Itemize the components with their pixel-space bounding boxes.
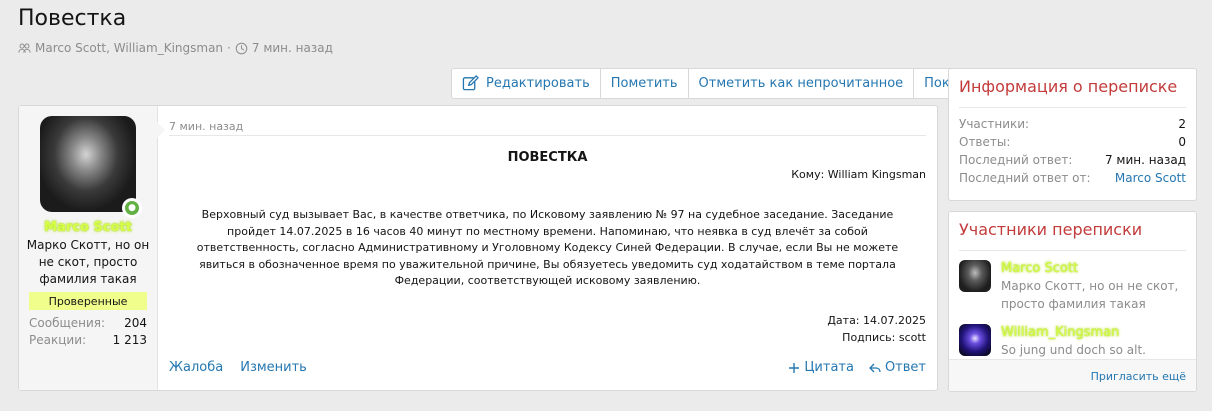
participants-line[interactable]: Marco Scott, William_Kingsman xyxy=(35,41,223,55)
participant-desc: Марко Скотт, но он не скот, просто фамил… xyxy=(1001,279,1179,311)
mark-unread-button[interactable]: Отметить как непрочитанное xyxy=(687,69,914,98)
conversation-info-panel: Информация о переписке Участники: 2 Отве… xyxy=(948,68,1197,201)
stat-label: Реакции: xyxy=(29,333,87,347)
reply-button[interactable]: Ответ xyxy=(869,360,926,375)
avatar[interactable]: ● xyxy=(40,116,142,218)
conversation-meta: Marco Scott, William_Kingsman · 7 мин. н… xyxy=(18,41,333,55)
stat-value[interactable]: 204 xyxy=(124,315,147,332)
users-icon xyxy=(18,43,31,53)
info-value: 0 xyxy=(1178,135,1186,149)
reply-label: Ответ xyxy=(884,360,926,375)
stat-label: Сообщения: xyxy=(29,316,106,330)
info-row-participants: Участники: 2 xyxy=(959,115,1186,133)
clock-icon xyxy=(235,42,248,54)
info-value: 7 мин. назад xyxy=(1104,153,1186,167)
participant-name[interactable]: William_Kingsman xyxy=(1001,324,1146,341)
edit-button-label: Редактировать xyxy=(486,76,590,91)
participant-item: Marco Scott Марко Скотт, но он не скот, … xyxy=(949,260,1196,313)
info-row-replies: Ответы: 0 xyxy=(959,133,1186,151)
message-card: ● Marco Scott Марко Скотт, но он не скот… xyxy=(18,105,938,391)
avatar[interactable] xyxy=(959,260,991,292)
message-body: Верховный суд вызывает Вас, в качестве о… xyxy=(196,208,899,288)
online-indicator: ● xyxy=(122,198,142,218)
message-divider xyxy=(169,135,926,136)
last-reply-user-link[interactable]: Marco Scott xyxy=(1115,169,1186,187)
edit-button[interactable]: Редактировать xyxy=(452,69,600,98)
message-footer-right: Цитата Ответ xyxy=(788,360,926,375)
edit-link[interactable]: Изменить xyxy=(240,360,307,375)
info-row-last-reply-from: Последний ответ от: Marco Scott xyxy=(959,169,1186,187)
stat-row: Сообщения: 204 xyxy=(29,315,147,332)
pencil-square-icon xyxy=(462,75,479,91)
conversation-time: 7 мин. назад xyxy=(251,41,333,55)
report-link[interactable]: Жалоба xyxy=(169,360,223,375)
info-row-last-reply: Последний ответ: 7 мин. назад xyxy=(959,151,1186,169)
info-label: Ответы: xyxy=(959,135,1011,149)
info-rows: Участники: 2 Ответы: 0 Последний ответ: … xyxy=(949,108,1196,187)
participant-desc: So jung und doch so alt. xyxy=(1001,343,1146,357)
message-sign-block: Дата: 14.07.2025 Подпись: scott xyxy=(827,312,926,346)
stat-value: 1 213 xyxy=(112,333,147,347)
meta-separator: · xyxy=(227,41,231,55)
message-recipient: Кому: William Kingsman xyxy=(791,168,926,181)
info-value: 2 xyxy=(1178,117,1186,131)
participant-info: Marco Scott Марко Скотт, но он не скот, … xyxy=(1001,260,1186,313)
participants-panel-title: Участники переписки xyxy=(959,220,1143,239)
author-name[interactable]: Marco Scott xyxy=(44,220,132,235)
message-heading: ПОВЕСТКА xyxy=(507,150,588,165)
page-title: Повестка xyxy=(18,6,127,31)
stat-row: Реакции: 1 213 xyxy=(29,332,147,349)
participants-panel: Участники переписки Marco Scott Марко Ск… xyxy=(948,211,1197,392)
info-panel-title: Информация о переписке xyxy=(959,77,1178,96)
author-stats: Сообщения: 204 Реакции: 1 213 xyxy=(29,315,147,349)
invite-more-link[interactable]: Пригласить ещё xyxy=(949,359,1196,391)
quote-button[interactable]: Цитата xyxy=(788,360,854,375)
info-label: Последний ответ: xyxy=(959,153,1073,167)
message-content: 7 мин. назад ПОВЕСТКА Кому: William King… xyxy=(158,106,937,390)
author-title: Марко Скотт, но он не скот, просто фамил… xyxy=(26,238,150,286)
info-label: Участники: xyxy=(959,117,1030,131)
reply-icon xyxy=(869,363,881,372)
info-label: Последний ответ от: xyxy=(959,171,1091,185)
quote-label: Цитата xyxy=(804,360,854,375)
message-signature: Подпись: scott xyxy=(842,331,926,344)
avatar[interactable] xyxy=(959,324,991,356)
mark-button[interactable]: Пометить xyxy=(599,69,688,98)
participant-name[interactable]: Marco Scott xyxy=(1001,260,1186,277)
participant-item: William_Kingsman So jung und doch so alt… xyxy=(949,324,1196,359)
conversation-actions: Редактировать Пометить Отметить как непр… xyxy=(451,68,1001,99)
author-banner: Проверенные xyxy=(29,292,147,310)
panel-divider xyxy=(959,250,1186,251)
message-date: Дата: 14.07.2025 xyxy=(827,314,926,327)
message-time[interactable]: 7 мин. назад xyxy=(169,120,243,133)
message-footer-left: Жалоба Изменить xyxy=(169,360,307,375)
message-author: ● Marco Scott Марко Скотт, но он не скот… xyxy=(19,106,165,390)
plus-icon xyxy=(789,362,800,373)
participant-info: William_Kingsman So jung und doch so alt… xyxy=(1001,324,1146,359)
user-icon: ● xyxy=(125,201,139,215)
